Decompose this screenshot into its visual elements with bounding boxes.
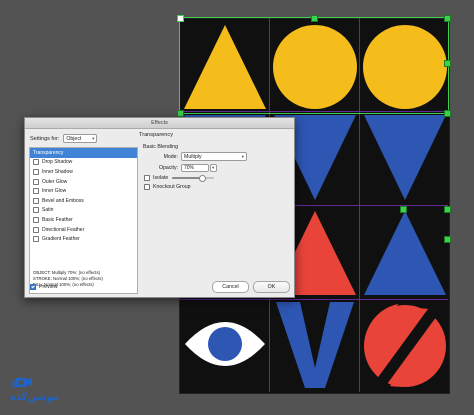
artboard-tile-triangle-up[interactable] [180,19,270,112]
dialog-title: Effects [25,118,294,129]
mode-row: Mode: Multiply ▾ [139,152,291,161]
effects-list-item[interactable]: Drop Shadow [30,158,137,168]
preview-label: Preview [39,284,58,290]
chevron-down-icon: ▾ [241,153,244,159]
settings-for-value: Object [66,135,82,142]
circle-shape [363,25,447,109]
triangle-up-shape [364,211,446,295]
selection-handle[interactable] [444,236,451,243]
basic-blending-label: Basic Blending [143,144,179,150]
effects-list-item[interactable]: Inner Glow [30,186,137,196]
effect-checkbox[interactable] [33,236,39,243]
triangle-up-shape [184,25,266,109]
isolate-label: Isolate Blending [153,175,169,181]
selection-handle[interactable] [177,110,184,117]
mode-select[interactable]: Multiply ▾ [181,152,247,161]
section-title: Transparency [139,132,173,138]
selection-handle[interactable] [400,206,407,213]
selection-handle[interactable] [177,15,184,22]
selection-handle[interactable] [444,110,451,117]
effects-list-item[interactable]: Inner Shadow [30,167,137,177]
artboard-tile-triangle-up[interactable] [360,205,450,298]
effect-label: Bevel and Emboss [42,197,84,204]
transparency-panel: Transparency Basic Blending Mode: Multip… [139,132,291,193]
chevron-down-icon: ▾ [212,165,215,170]
effect-label: Transparency [33,149,64,156]
isolate-row: Isolate Blending [144,175,291,182]
opacity-slider[interactable] [172,175,214,182]
effects-list-item[interactable]: Transparency [30,148,137,158]
ok-button[interactable]: OK [253,281,290,293]
artboard-tile-eye[interactable] [180,298,270,391]
effects-list[interactable]: Transparency Drop Shadow Inner Shadow Outer… [29,147,138,294]
mode-label: Mode: [163,153,178,160]
logo-text: موشن‌کده [10,392,59,403]
opacity-label: Opacity: [158,165,178,171]
effects-list-item[interactable]: Satin [30,206,137,216]
opacity-input[interactable]: 70% [181,164,209,172]
circle-shape [273,25,357,109]
mode-value: Multiply [184,153,202,160]
effect-checkbox[interactable] [33,197,39,204]
opacity-row: Opacity: 70% ▾ [139,164,291,172]
effect-checkbox[interactable] [33,188,39,195]
cancel-button[interactable]: Cancel [212,281,249,293]
effects-list-item[interactable]: Basic Feather [30,215,137,225]
opacity-slider-fill [172,177,202,179]
knockout-label: Knockout Group [153,184,191,190]
effect-label: Drop Shadow [42,159,73,166]
selection-handle[interactable] [444,206,451,213]
opacity-slider-knob[interactable] [198,175,206,182]
effect-label: Basic Feather [42,216,73,223]
knockout-checkbox[interactable] [144,184,150,190]
selection-handle[interactable] [444,60,451,67]
guide-horizontal [179,299,448,300]
artboard-tile-v-shape[interactable] [270,298,360,391]
effect-label: Directional Feather [42,226,85,233]
effects-list-items: Transparency Drop Shadow Inner Shadow Outer… [30,148,137,244]
artboard-tile-split-circle[interactable] [360,298,450,391]
effects-list-item[interactable]: Gradient Feather [30,234,137,244]
effects-list-item[interactable]: Bevel and Emboss [30,196,137,206]
eye-shape [185,322,265,366]
settings-for-row: Settings for: Object ▾ [30,134,98,143]
v-shape-shape [276,302,354,388]
selection-handle[interactable] [444,15,451,22]
effect-label: Gradient Feather [42,236,80,243]
preview-row: Preview [30,284,57,290]
effects-list-item[interactable]: Directional Feather [30,225,137,235]
effect-checkbox[interactable] [33,216,39,223]
isolate-checkbox[interactable] [144,175,150,181]
settings-for-select[interactable]: Object ▾ [63,134,98,143]
settings-for-label: Settings for: [30,135,60,142]
effects-dialog[interactable]: Effects Settings for: Object ▾ Transpare… [24,117,295,298]
effect-checkbox[interactable] [33,168,39,175]
effect-checkbox[interactable] [33,178,39,185]
triangle-down-shape [364,115,446,200]
chevron-down-icon: ▾ [92,135,95,141]
effect-label: Inner Shadow [42,168,73,175]
artboard-tile-triangle-down[interactable] [360,112,450,205]
opacity-dropdown[interactable]: ▾ [210,164,217,172]
effect-label: Inner Glow [42,188,67,195]
selection-handle[interactable] [311,15,318,22]
effects-list-item[interactable]: Outer Glow [30,177,137,187]
effect-checkbox[interactable] [33,159,39,166]
effect-label: Outer Glow [42,178,68,185]
knockout-row: Knockout Group [144,184,291,190]
guide-horizontal [179,111,448,112]
effect-checkbox[interactable] [33,207,39,214]
effect-checkbox[interactable] [33,226,39,233]
split-circle-shape [364,298,450,391]
effect-label: Satin [42,207,54,214]
artboard-tile-circle[interactable] [360,19,450,112]
preview-checkbox[interactable] [30,284,36,290]
artboard-tile-circle[interactable] [270,19,360,112]
